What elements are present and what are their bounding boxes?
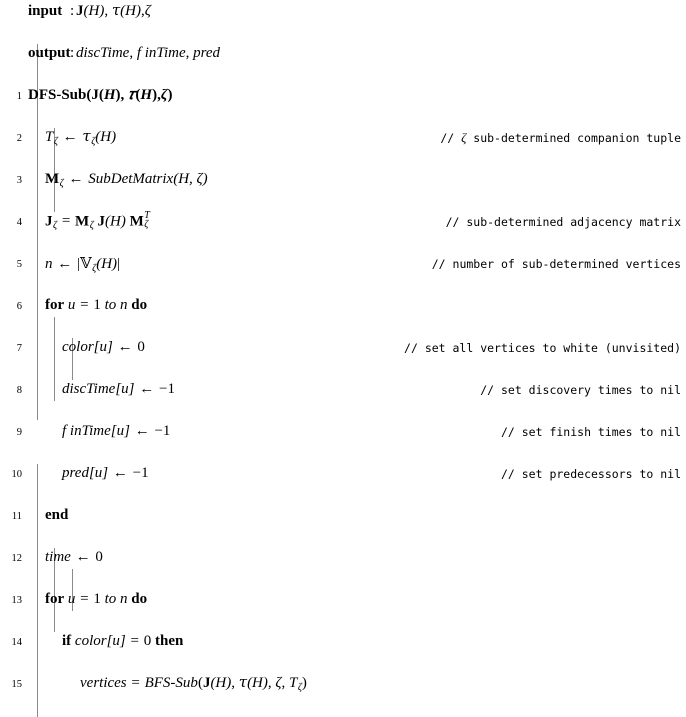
line-number: 4 (16, 217, 22, 228)
code-row: 3 Mζ ← SubDetMatrix(H, ζ) (0, 169, 686, 190)
inline-comment: // set discovery times to nil (480, 383, 681, 397)
code-row: 2 Tζ ← 𝜏ζ(H) // ζ sub-determined compani… (0, 127, 686, 148)
code-text: for u = 1 to n do (45, 591, 148, 607)
output-colon: : (70, 45, 75, 61)
code-row: 7 color[u] ← 0 // set all vertices to wh… (0, 337, 686, 358)
inline-comment: // set finish times to nil (500, 425, 681, 439)
line-number: 11 (11, 511, 22, 522)
code-text: f inTime[u] ← −1 (62, 423, 171, 439)
code-text: end (45, 507, 69, 523)
code-text: time ← 0 (45, 549, 103, 565)
code-text: pred[u] ← −1 (62, 465, 149, 481)
algorithm-listing: input : J(H), 𝜏(H),ζ output : discTime, … (0, 0, 686, 717)
code-text: vertices = BFS-Sub(J(H), 𝜏(H), ζ, Tζ) (80, 675, 307, 693)
line-number: 8 (16, 385, 22, 396)
code-row: 10 pred[u] ← −1 // set predecessors to n… (0, 463, 686, 484)
inline-comment: // sub-determined adjacency matrix (445, 215, 681, 229)
code-row: 14 if color[u] = 0 then (0, 631, 686, 652)
code-row: 8 discTime[u] ← −1 // set discovery time… (0, 379, 686, 400)
line-number: 3 (16, 175, 22, 186)
input-row: input : J(H), 𝜏(H),ζ (0, 1, 686, 22)
code-text: Jζ = Mζ J(H) MT ζ (45, 210, 150, 232)
code-text: DFS-Sub(J(H), 𝜏(H),ζ) (28, 87, 173, 103)
code-row: 11 end (0, 505, 686, 526)
line-number: 6 (16, 301, 22, 312)
line-number: 7 (16, 343, 22, 354)
code-row: 6 for u = 1 to n do (0, 295, 686, 316)
code-text: Tζ ← 𝜏ζ(H) (45, 129, 117, 147)
code-row: 9 f inTime[u] ← −1 // set finish times t… (0, 421, 686, 442)
code-row: 12 time ← 0 (0, 547, 686, 568)
inline-comment: // set predecessors to nil (500, 467, 681, 481)
line-number: 12 (11, 553, 23, 564)
line-number: 13 (11, 595, 23, 606)
code-row: 13 for u = 1 to n do (0, 589, 686, 610)
line-number: 15 (11, 679, 23, 690)
line-number: 14 (11, 637, 23, 648)
output-value: discTime, f inTime, pred (76, 45, 221, 61)
code-text: color[u] ← 0 (62, 339, 145, 355)
inline-comment: // ζ sub-determined companion tuple (440, 130, 681, 145)
code-row: 4 Jζ = Mζ J(H) MT ζ // sub-determined adj… (0, 210, 686, 232)
output-row: output : discTime, f inTime, pred (0, 43, 686, 64)
code-row: 15 vertices = BFS-Sub(J(H), 𝜏(H), ζ, Tζ) (0, 673, 686, 694)
input-value: J(H), 𝜏(H),ζ (76, 3, 151, 19)
line-number: 9 (16, 427, 22, 438)
line-number: 2 (16, 133, 22, 144)
inline-comment: // number of sub-determined vertices (431, 257, 681, 271)
code-text: if color[u] = 0 then (62, 633, 184, 649)
code-text: discTime[u] ← −1 (62, 381, 175, 397)
output-label: output (28, 45, 71, 61)
code-text: for u = 1 to n do (45, 297, 148, 313)
inline-comment: // set all vertices to white (unvisited) (404, 341, 681, 355)
line-number: 5 (16, 259, 22, 270)
input-label: input (28, 3, 63, 19)
code-text: n ← |𝕍ζ(H)| (45, 254, 121, 274)
code-row: 1 DFS-Sub(J(H), 𝜏(H),ζ) (0, 85, 686, 106)
line-number: 1 (16, 91, 22, 102)
code-text: Mζ ← SubDetMatrix(H, ζ) (45, 171, 208, 189)
input-colon: : (70, 3, 75, 19)
code-row: 5 n ← |𝕍ζ(H)| // number of sub-determine… (0, 253, 686, 274)
line-number: 10 (11, 469, 23, 480)
